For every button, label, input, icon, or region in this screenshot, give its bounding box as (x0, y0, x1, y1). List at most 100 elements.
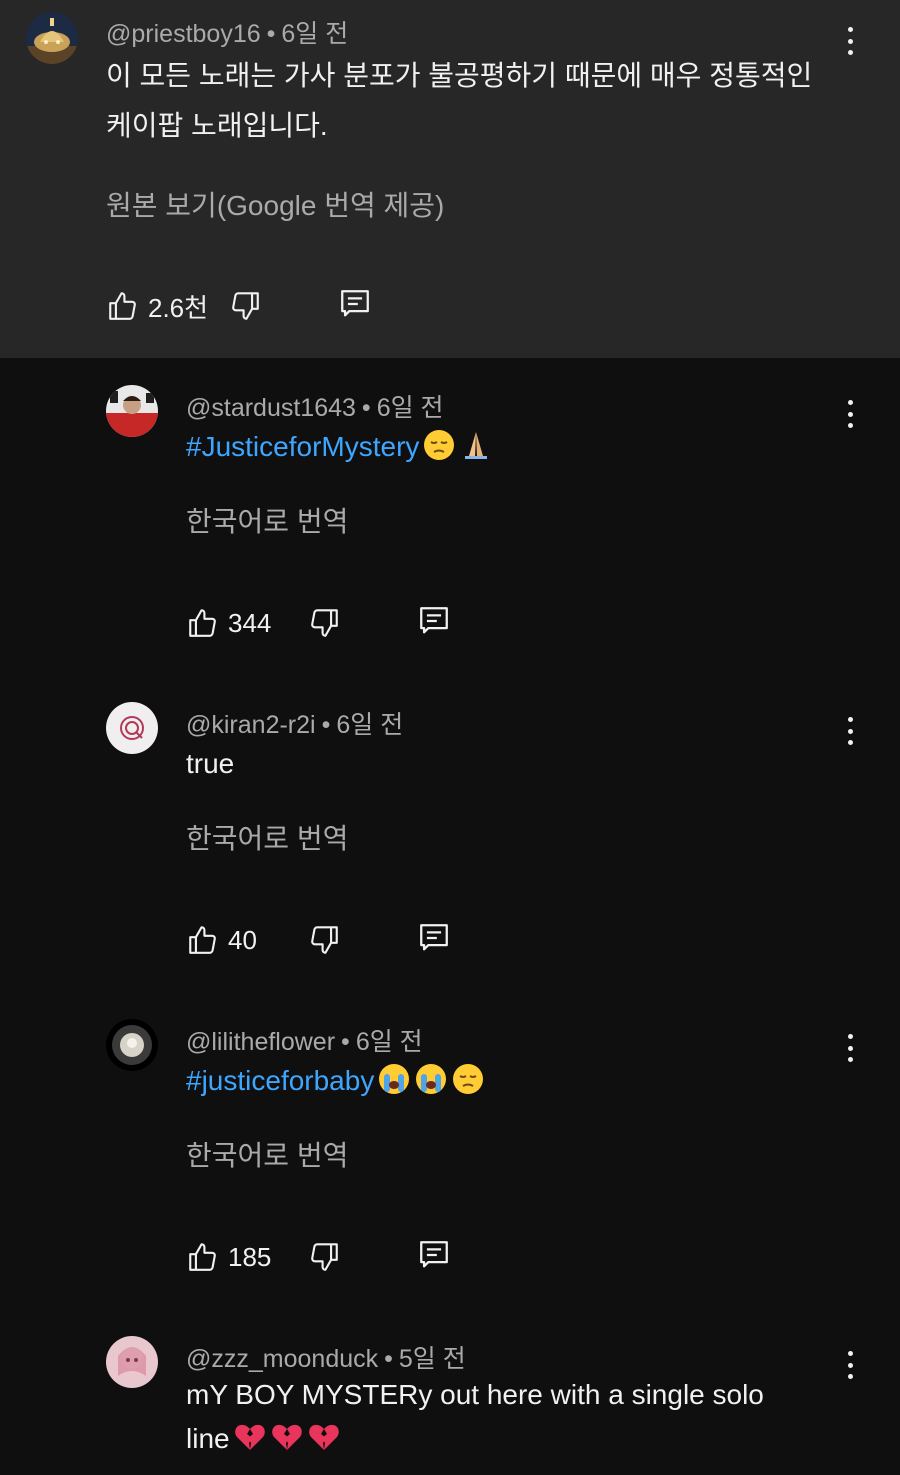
like-button[interactable] (186, 1240, 220, 1274)
hashtag-link[interactable]: #JusticeforMystery (186, 431, 419, 462)
translate-link[interactable]: 한국어로 번역 (186, 1134, 348, 1174)
reply-icon (420, 924, 448, 951)
comment-text: mY BOY MYSTERy out here with a single so… (186, 1373, 764, 1461)
more-options-button[interactable] (840, 397, 860, 431)
like-count: 2.6천 (148, 292, 209, 323)
like-count: 40 (228, 924, 257, 955)
thumbs-down-icon (311, 609, 338, 637)
meta-separator: • (361, 394, 371, 422)
comment-text: 이 모든 노래는 가사 분포가 불공평하기 때문에 매우 정통적인 케이팝 노래… (106, 51, 812, 151)
thumbs-down-icon (311, 926, 338, 954)
comment: @zzz_moonduck • 5일 전 mY BOY MYSTERy out he… (0, 1309, 900, 1475)
kebab-dot (847, 1045, 853, 1051)
broken-heart-icon (270, 1420, 304, 1454)
kebab-dot (847, 1374, 853, 1379)
dislike-button[interactable] (307, 1240, 341, 1274)
translate-link[interactable]: 한국어로 번역 (186, 500, 348, 540)
broken-heart-icon (233, 1420, 267, 1454)
dislike-button[interactable] (228, 289, 262, 323)
comment-meta: @kiran2-r2i • 6일 전 (186, 705, 403, 741)
comment-text-line: mY BOY MYSTERy out here with a single so… (186, 1379, 764, 1410)
dislike-button[interactable] (307, 606, 341, 640)
kebab-dot (847, 27, 853, 32)
reply-button[interactable] (417, 921, 451, 955)
comment-actions: 344 (186, 603, 271, 643)
comment-meta: @lilitheflower • 6일 전 (186, 1022, 423, 1058)
comment-text-line: 케이팝 노래입니다. (106, 110, 328, 141)
more-options-button[interactable] (840, 714, 860, 748)
kebab-dot (847, 411, 853, 417)
thumbs-up-icon (189, 1243, 216, 1271)
comment-time: 6일 전 (355, 1028, 423, 1056)
more-options-button[interactable] (840, 1031, 860, 1065)
reply-button[interactable] (417, 1238, 451, 1272)
comment-actions: 40 (186, 920, 257, 960)
meta-separator: • (384, 1345, 393, 1373)
more-options-button[interactable] (840, 1348, 860, 1382)
comment-time: 6일 전 (336, 711, 404, 739)
comment-text: true (186, 748, 235, 779)
kebab-dot (847, 728, 853, 734)
reply-icon (341, 290, 369, 317)
author-handle[interactable]: @lilitheflower (186, 1028, 335, 1056)
reply-button[interactable] (417, 604, 451, 638)
meta-separator: • (321, 711, 331, 739)
comment-highlighted: @priestboy16 • 6일 전 이 모든 노래는 가사 분포가 불공평하기 … (0, 0, 900, 358)
loudly-crying-face-icon (414, 1062, 448, 1096)
kebab-dot (847, 717, 853, 722)
comment-actions: 185 (186, 1237, 271, 1277)
comment-text: #justiceforbaby (186, 1056, 485, 1106)
like-count: 344 (228, 607, 272, 638)
author-handle[interactable]: @kiran2-r2i (186, 711, 316, 739)
dislike-button[interactable] (307, 923, 341, 957)
thumbs-up-icon (109, 292, 136, 320)
kebab-dot (847, 50, 853, 55)
reply-button[interactable] (338, 287, 372, 321)
comment-meta: @priestboy16 • 6일 전 (106, 14, 348, 50)
hashtag-link[interactable]: #justiceforbaby (186, 1065, 374, 1096)
comment-text-line: 이 모든 노래는 가사 분포가 불공평하기 때문에 매우 정통적인 (106, 60, 813, 91)
reply-icon (420, 1241, 448, 1268)
avatar[interactable] (106, 1336, 158, 1388)
meta-separator: • (341, 1028, 350, 1056)
avatar[interactable] (106, 385, 158, 437)
comment-text-line-with-emojis: line (186, 1417, 764, 1461)
kebab-dot (847, 1034, 853, 1039)
comment-meta: @stardust1643 • 6일 전 (186, 388, 444, 424)
comment: @kiran2-r2i • 6일 전 true 한국어로 번역 40 (0, 675, 900, 992)
comment-text: #JusticeforMystery (186, 422, 493, 472)
meta-separator: • (266, 20, 276, 48)
thumbs-up-icon (189, 926, 216, 954)
comment: @stardust1643 • 6일 전 #JusticeforMystery 한국… (0, 358, 900, 675)
kebab-dot (847, 38, 853, 44)
folded-hands-icon (459, 428, 493, 462)
kebab-dot (847, 1362, 853, 1368)
comment-time: 6일 전 (376, 394, 444, 422)
like-button[interactable] (186, 923, 220, 957)
avatar[interactable] (26, 12, 78, 64)
pensive-face-icon (451, 1062, 485, 1096)
author-handle[interactable]: @zzz_moonduck (186, 1345, 378, 1373)
avatar[interactable] (106, 702, 158, 754)
more-options-button[interactable] (840, 24, 860, 58)
thumbs-up-icon (189, 609, 216, 637)
comment: @lilitheflower • 6일 전 #justiceforbaby 한국어로… (0, 992, 900, 1309)
kebab-dot (847, 423, 853, 428)
comment-text-line: line (186, 1423, 230, 1454)
kebab-dot (847, 740, 853, 745)
author-handle[interactable]: @priestboy16 (106, 20, 261, 48)
thumbs-down-icon (232, 292, 259, 320)
comments-page: @priestboy16 • 6일 전 이 모든 노래는 가사 분포가 불공평하기 … (0, 0, 900, 1475)
kebab-dot (847, 1351, 853, 1356)
comment-time: 5일 전 (398, 1345, 466, 1373)
comment-meta: @zzz_moonduck • 5일 전 (186, 1339, 466, 1375)
translate-link[interactable]: 한국어로 번역 (186, 817, 348, 857)
like-button[interactable] (106, 289, 140, 323)
view-original-link[interactable]: 원본 보기(Google 번역 제공) (106, 184, 444, 224)
comment-time: 6일 전 (281, 20, 349, 48)
like-button[interactable] (186, 606, 220, 640)
kebab-dot (847, 400, 853, 405)
thumbs-down-icon (311, 1243, 338, 1271)
author-handle[interactable]: @stardust1643 (186, 394, 356, 422)
avatar[interactable] (106, 1019, 158, 1071)
